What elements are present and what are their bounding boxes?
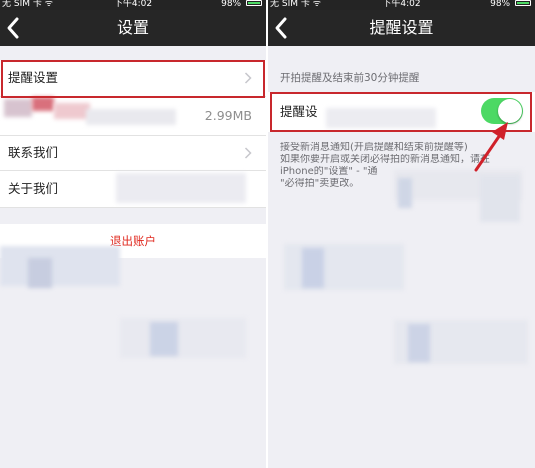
navigation-bar: 提醒设置 bbox=[268, 10, 535, 46]
blurred-region bbox=[4, 99, 32, 117]
blurred-region bbox=[302, 248, 324, 288]
blurred-region bbox=[116, 173, 246, 203]
blurred-region bbox=[28, 258, 52, 288]
blurred-region bbox=[120, 318, 246, 358]
blurred-region bbox=[150, 322, 178, 356]
red-arrow-icon bbox=[474, 122, 508, 172]
battery-indicator: 98% bbox=[221, 0, 262, 9]
battery-icon bbox=[515, 0, 531, 6]
blurred-region bbox=[408, 324, 430, 362]
annotation-highlight-box bbox=[1, 60, 265, 98]
page-title: 设置 bbox=[116, 18, 149, 37]
battery-percent: 98% bbox=[490, 0, 511, 9]
row-label: 联系我们 bbox=[8, 145, 59, 160]
settings-screen: 无 SIM 卡 ᯤ 下午4:02 98% 设置 提醒设置 2.99MB 联系我们 bbox=[0, 0, 266, 468]
settings-row-about[interactable]: 关于我们 bbox=[0, 171, 266, 207]
battery-percent: 98% bbox=[221, 0, 242, 9]
chevron-right-icon bbox=[244, 147, 252, 159]
blurred-region bbox=[86, 109, 176, 125]
row-divider bbox=[0, 207, 266, 208]
reminder-settings-screen: 无 SIM 卡 ᯤ 下午4:02 98% 提醒设置 开拍提醒及结束前30分钟提醒… bbox=[268, 0, 535, 468]
blurred-region bbox=[480, 176, 520, 222]
navigation-bar: 设置 bbox=[0, 10, 266, 46]
settings-row-cache[interactable]: 2.99MB bbox=[0, 97, 266, 135]
cache-size-value: 2.99MB bbox=[204, 108, 252, 123]
page-title: 提醒设置 bbox=[369, 18, 434, 37]
row-label: 关于我们 bbox=[8, 181, 59, 196]
status-bar: 无 SIM 卡 ᯤ 下午4:02 98% bbox=[0, 0, 266, 10]
section-caption: 开拍提醒及结束前30分钟提醒 bbox=[280, 72, 420, 84]
battery-fill bbox=[248, 2, 260, 4]
blurred-region bbox=[54, 103, 90, 119]
battery-fill bbox=[517, 2, 529, 4]
status-bar: 无 SIM 卡 ᯤ 下午4:02 98% bbox=[268, 0, 535, 10]
battery-indicator: 98% bbox=[490, 0, 531, 9]
blurred-region bbox=[0, 246, 120, 286]
battery-icon bbox=[246, 0, 262, 6]
blurred-region bbox=[32, 97, 54, 111]
settings-row-contact[interactable]: 联系我们 bbox=[0, 136, 266, 170]
blurred-region bbox=[398, 178, 412, 208]
